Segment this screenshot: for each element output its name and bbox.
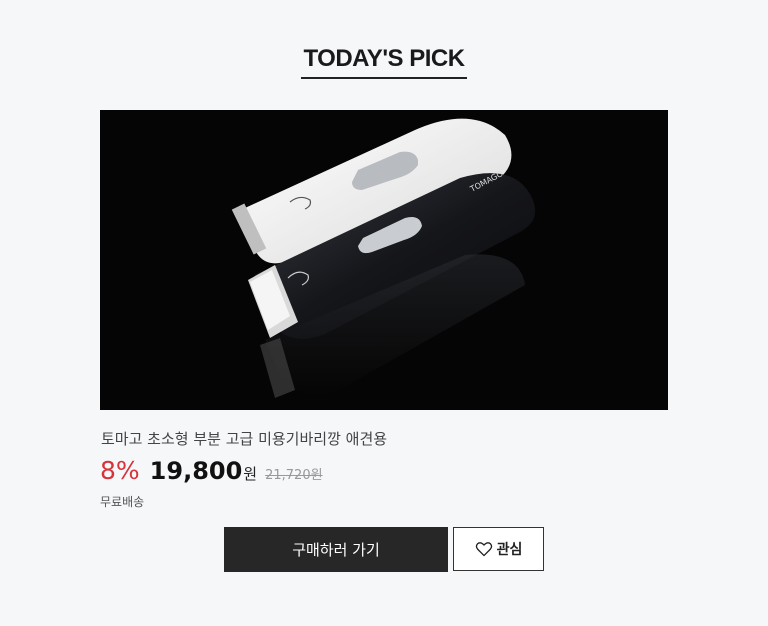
price-row: 8% 19,800 원 21,720원: [100, 456, 323, 492]
like-button[interactable]: 관심: [453, 527, 544, 571]
product-name[interactable]: 토마고 초소형 부분 고급 미용기바리깡 애견용: [101, 428, 387, 449]
original-price: 21,720원: [265, 468, 323, 483]
discount-rate: 8%: [100, 456, 140, 485]
like-button-label: 관심: [496, 542, 523, 558]
sale-price: 19,800: [149, 457, 243, 485]
heart-icon: [475, 542, 492, 557]
buy-button-label: 구매하러 가기: [292, 541, 380, 559]
section-title: TODAY'S PICK: [301, 44, 467, 79]
clipper-illustration: TOMAGO: [100, 110, 668, 410]
product-image[interactable]: TOMAGO: [100, 110, 668, 410]
price-unit: 원: [243, 465, 258, 483]
section-header: TODAY'S PICK: [0, 44, 768, 79]
buy-button[interactable]: 구매하러 가기: [224, 527, 448, 572]
shipping-info: 무료배송: [100, 495, 145, 509]
